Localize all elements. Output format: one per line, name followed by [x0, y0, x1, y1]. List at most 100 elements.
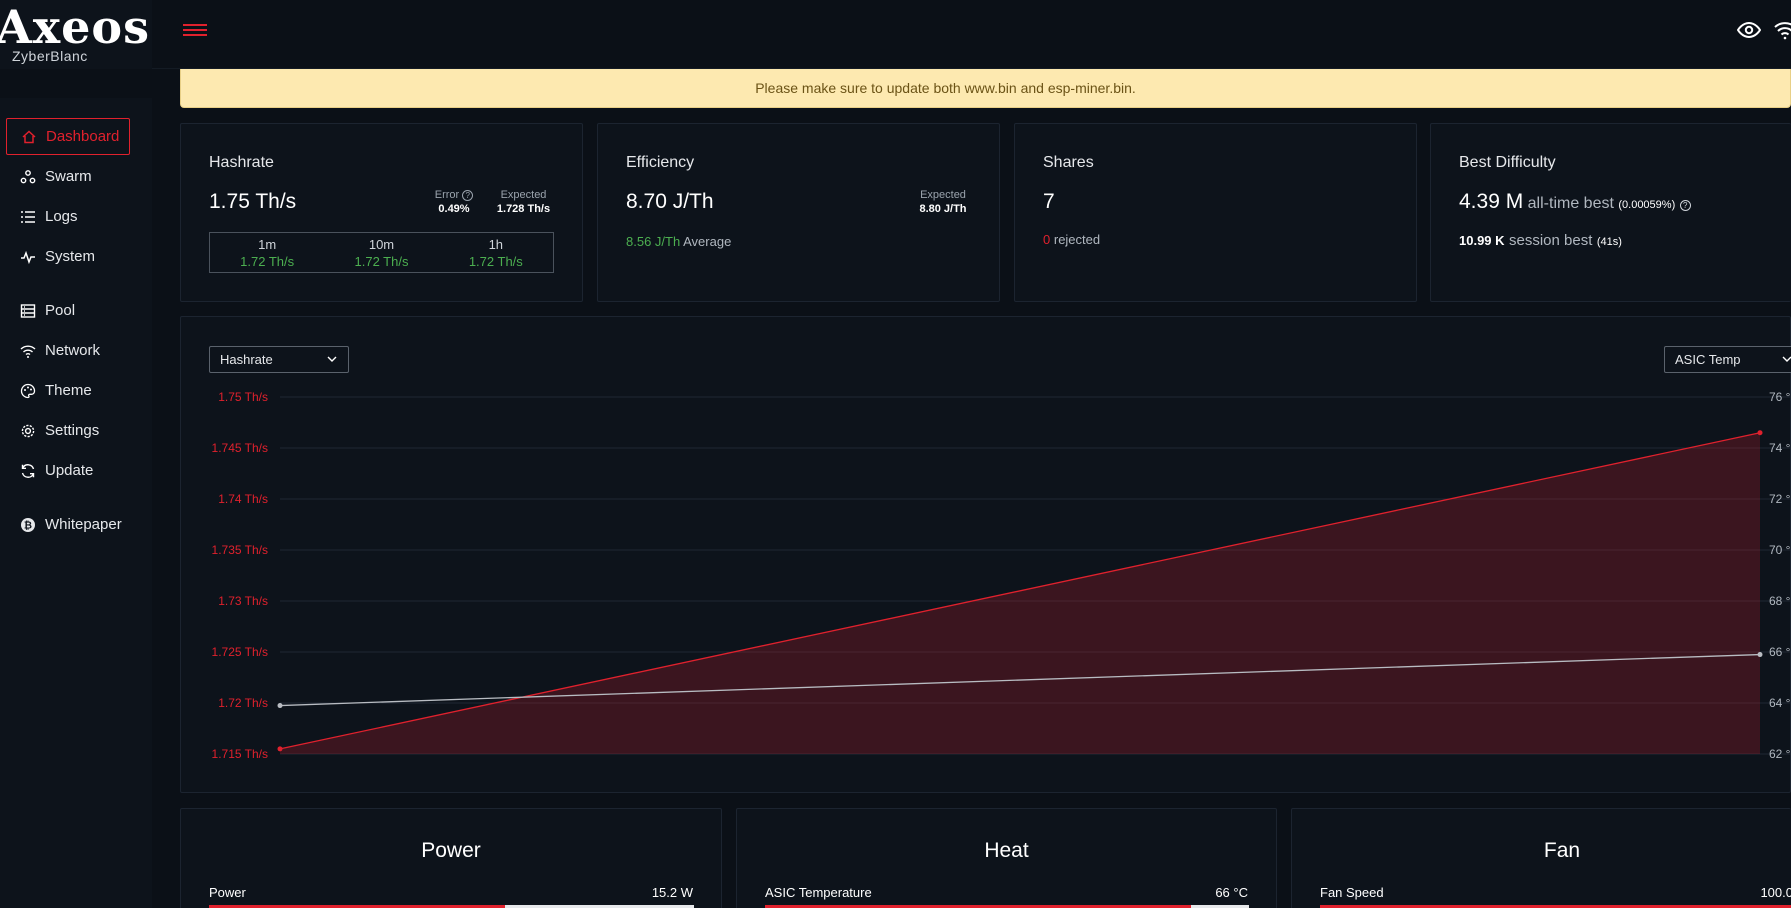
list-icon: [20, 209, 36, 225]
hashrate-period-table: 1m 1.72 Th/s 10m 1.72 Th/s 1h 1.72 Th/s: [209, 232, 554, 273]
session-label: session best: [1509, 232, 1593, 249]
sidebar-item-logs[interactable]: Logs: [6, 198, 130, 235]
average-efficiency: 8.56 J/Th Average: [626, 234, 731, 249]
expected-value: 8.80 J/Th: [919, 203, 967, 215]
help-icon[interactable]: ?: [1679, 200, 1691, 211]
sidebar-item-label: Logs: [45, 208, 78, 225]
expected-label: Expected: [500, 189, 547, 201]
update-notice-banner: Please make sure to update both www.bin …: [180, 69, 1791, 108]
period-label: 1h: [488, 237, 504, 252]
expected-value: 1.728 Th/s: [496, 203, 551, 215]
sidebar-item-theme[interactable]: Theme: [6, 372, 130, 409]
expected-stat: Expected 8.80 J/Th: [908, 188, 978, 216]
top-bar: Axeos ZyberBlanc: [0, 0, 1791, 69]
session-time: (41s): [1596, 236, 1622, 248]
power-gauge-card: Power Power 15.2 W: [180, 808, 722, 908]
best-label: all-time best: [1527, 195, 1614, 212]
eye-icon[interactable]: [1736, 18, 1762, 42]
best-value: 4.39 M: [1459, 190, 1524, 213]
best-percent: (0.00059%): [1618, 199, 1676, 211]
sidebar-item-label: Network: [45, 342, 101, 359]
efficiency-value: 8.70 J/Th: [626, 190, 714, 213]
sidebar-item-label: Update: [45, 462, 94, 479]
chevron-down-icon: [327, 356, 337, 362]
rejected-shares: 0 rejected: [1043, 232, 1100, 247]
period-10m: 10m 1.72 Th/s: [324, 233, 438, 272]
hashrate-value: 1.75 Th/s: [209, 190, 297, 213]
error-label: Error: [434, 189, 460, 201]
refresh-icon: [20, 463, 36, 479]
period-value: 1.72 Th/s: [354, 254, 409, 269]
sidebar-item-label: Dashboard: [46, 128, 120, 145]
chart-panel: Hashrate ASIC Temp: [180, 316, 1791, 793]
sidebar-item-network[interactable]: Network: [6, 332, 130, 369]
expected-label: Expected: [920, 189, 966, 201]
pulse-icon: [20, 249, 36, 265]
sidebar-item-label: Swarm: [45, 168, 92, 185]
server-icon: [20, 303, 36, 319]
bitcoin-icon: ₿: [20, 517, 36, 533]
gauge-label: Fan Speed: [1320, 885, 1384, 900]
right-metric-select[interactable]: ASIC Temp: [1664, 346, 1791, 373]
gauge-label: ASIC Temperature: [765, 885, 872, 900]
gear-icon: [20, 423, 36, 439]
banner-text: Please make sure to update both www.bin …: [755, 80, 1136, 96]
period-value: 1.72 Th/s: [240, 254, 295, 269]
average-value: 8.56 J/Th: [626, 234, 681, 249]
expected-stat: Expected 1.728 Th/s: [486, 188, 561, 216]
hashrate-card: Hashrate 1.75 Th/s Error ? 0.49% Expecte…: [180, 123, 583, 302]
sidebar-item-label: System: [45, 248, 96, 265]
gauge-label: Power: [209, 885, 246, 900]
home-icon: [21, 129, 37, 145]
rejected-count: 0: [1043, 232, 1051, 247]
gauge-value: 15.2 W: [651, 885, 693, 900]
efficiency-card: Efficiency 8.70 J/Th Expected 8.80 J/Th …: [597, 123, 1000, 302]
gauge-value: 66 °C: [1215, 885, 1248, 900]
error-value: 0.49%: [438, 203, 470, 215]
left-metric-select[interactable]: Hashrate: [209, 346, 349, 373]
sidebar: Dashboard Swarm Logs System Pool Network…: [0, 98, 152, 908]
card-title: Efficiency: [626, 154, 695, 171]
sidebar-item-swarm[interactable]: Swarm: [6, 158, 130, 195]
sidebar-item-whitepaper[interactable]: ₿ Whitepaper: [6, 506, 130, 543]
select-value: ASIC Temp: [1675, 352, 1741, 367]
svg-text:₿: ₿: [24, 519, 32, 531]
sidebar-item-update[interactable]: Update: [6, 452, 130, 489]
card-title: Best Difficulty: [1459, 154, 1556, 171]
wifi-icon: [20, 343, 36, 359]
gauge-title: Fan: [1543, 839, 1581, 862]
logo-text: Axeos: [0, 0, 150, 54]
sidebar-item-label: Theme: [45, 382, 92, 399]
chevron-down-icon: [1782, 356, 1791, 362]
period-1h: 1h 1.72 Th/s: [439, 233, 553, 272]
gauge-title: Heat: [984, 839, 1029, 862]
shares-card: Shares 7 0 rejected: [1014, 123, 1417, 302]
average-label: Average: [683, 234, 732, 249]
sidebar-item-dashboard[interactable]: Dashboard: [6, 118, 130, 155]
session-value: 10.99 K: [1459, 233, 1505, 248]
fan-gauge-card: Fan Fan Speed 100.0: [1291, 808, 1791, 908]
sidebar-item-label: Settings: [45, 422, 100, 439]
shares-value: 7: [1043, 190, 1055, 213]
period-1m: 1m 1.72 Th/s: [210, 233, 324, 272]
period-value: 1.72 Th/s: [468, 254, 523, 269]
swarm-icon: [20, 169, 36, 185]
all-time-best: 4.39 M all-time best (0.00059%) ?: [1459, 190, 1691, 214]
sidebar-item-label: Pool: [45, 302, 76, 319]
gauge-title: Power: [421, 839, 481, 862]
sidebar-item-settings[interactable]: Settings: [6, 412, 130, 449]
sidebar-item-system[interactable]: System: [6, 238, 130, 275]
rejected-label: rejected: [1053, 232, 1101, 247]
card-title: Shares: [1043, 154, 1094, 171]
device-name: ZyberBlanc: [12, 48, 88, 64]
select-value: Hashrate: [220, 352, 273, 367]
sidebar-item-pool[interactable]: Pool: [6, 292, 130, 329]
best-difficulty-card: Best Difficulty 4.39 M all-time best (0.…: [1430, 123, 1791, 302]
logo[interactable]: Axeos ZyberBlanc: [0, 0, 152, 69]
wifi-icon[interactable]: [1773, 18, 1791, 42]
help-icon[interactable]: ?: [462, 190, 474, 201]
heat-gauge-card: Heat ASIC Temperature 66 °C: [736, 808, 1277, 908]
period-label: 10m: [368, 237, 395, 252]
hamburger-menu-icon[interactable]: [183, 21, 207, 41]
card-title: Hashrate: [209, 154, 274, 171]
